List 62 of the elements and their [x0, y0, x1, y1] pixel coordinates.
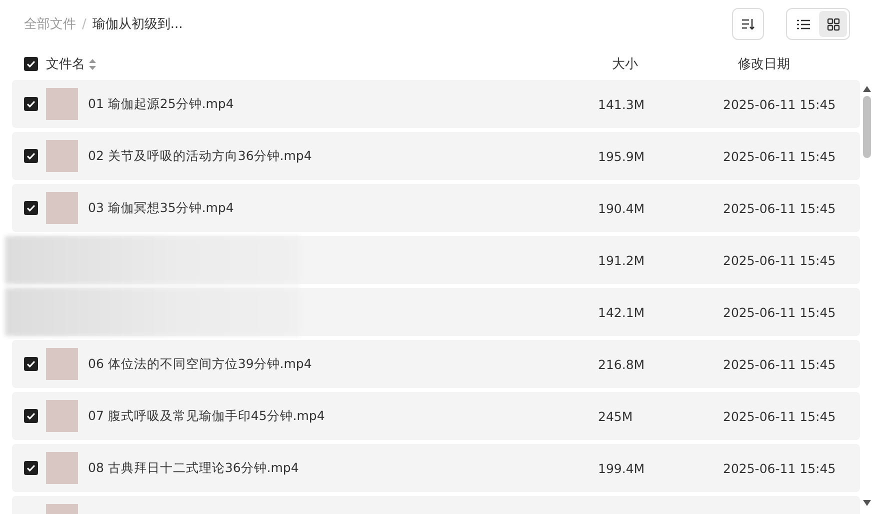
file-name[interactable]: 07 腹式呼吸及常见瑜伽手印45分钟.mp4	[88, 408, 598, 424]
file-row[interactable]: 06 体位法的不同空间方位39分钟.mp4 216.8M 2025-06-11 15:45	[12, 340, 860, 388]
sort-arrows-icon[interactable]	[89, 58, 96, 70]
modified-date: 2025-06-11 15:45	[723, 304, 836, 320]
list-icon	[796, 18, 810, 30]
file-size: 195.9M	[598, 148, 646, 164]
file-name[interactable]: 08 古典拜日十二式理论36分钟.mp4	[88, 460, 598, 476]
checkbox[interactable]	[24, 357, 38, 371]
modified-date: 2025-06-11 15:45	[723, 200, 836, 216]
file-name[interactable]: 02 关节及呼吸的活动方向36分钟.mp4	[88, 148, 598, 164]
breadcrumb-separator: /	[82, 16, 86, 32]
check-icon	[26, 151, 36, 161]
check-icon	[26, 99, 36, 109]
file-row[interactable]: 03 瑜伽冥想35分钟.mp4 190.4M 2025-06-11 15:45	[12, 184, 860, 232]
modified-date: 2025-06-11 15:45	[723, 96, 836, 112]
sort-icon	[741, 17, 755, 31]
file-row[interactable]: 01 瑜伽起源25分钟.mp4 141.3M 2025-06-11 15:45	[12, 80, 860, 128]
file-size: 141.3M	[598, 96, 646, 112]
file-size: 199.4M	[598, 460, 646, 476]
modified-date: 2025-06-11 15:45	[723, 408, 836, 424]
sort-button[interactable]	[732, 8, 764, 40]
check-icon	[26, 203, 36, 213]
file-size: 190.4M	[598, 200, 646, 216]
photo-placeholder	[46, 452, 78, 484]
file-size: 191.2M	[598, 252, 646, 268]
checkbox[interactable]	[24, 201, 38, 215]
photo-placeholder	[46, 88, 78, 120]
file-name[interactable]: 06 体位法的不同空间方位39分钟.mp4	[88, 356, 598, 372]
scroll-down-icon[interactable]	[863, 500, 871, 506]
grid-view-button[interactable]	[819, 11, 847, 37]
file-size: 142.1M	[598, 304, 646, 320]
checkbox[interactable]	[24, 149, 38, 163]
file-row[interactable]: 02 关节及呼吸的活动方向36分钟.mp4 195.9M 2025-06-11 15:45	[12, 132, 860, 180]
breadcrumb-item[interactable]: 瑜伽从初级到...	[92, 15, 183, 33]
grid-icon	[826, 18, 840, 30]
scrollbar-thumb[interactable]	[863, 96, 871, 158]
photo-placeholder	[46, 140, 78, 172]
column-header[interactable]: 文件名	[46, 55, 85, 73]
check-icon	[26, 59, 36, 69]
checkbox[interactable]	[24, 57, 38, 71]
file-row[interactable]: 08 古典拜日十二式理论36分钟.mp4 199.4M 2025-06-11 15:45	[12, 444, 860, 492]
file-size: 245M	[598, 408, 634, 424]
checkbox[interactable]	[24, 409, 38, 423]
modified-date: 2025-06-11 15:45	[723, 148, 836, 164]
check-icon	[26, 411, 36, 421]
modified-date: 2025-06-11 15:45	[723, 252, 836, 268]
file-name[interactable]: 03 瑜伽冥想35分钟.mp4	[88, 200, 598, 216]
check-icon	[26, 463, 36, 473]
file-name[interactable]: 01 瑜伽起源25分钟.mp4	[88, 96, 598, 112]
checkbox[interactable]	[24, 461, 38, 475]
photo-placeholder	[46, 192, 78, 224]
scroll-up-icon[interactable]	[863, 86, 871, 92]
photo-placeholder	[46, 348, 78, 380]
file-size: 216.8M	[598, 356, 646, 372]
column-header: 大小	[612, 56, 639, 73]
file-row[interactable]: 07 腹式呼吸及常见瑜伽手印45分钟.mp4 245M 2025-06-11 15:45	[12, 392, 860, 440]
checkbox[interactable]	[24, 97, 38, 111]
photo-placeholder	[46, 400, 78, 432]
modified-date: 2025-06-11 15:45	[723, 460, 836, 476]
check-icon	[26, 359, 36, 369]
column-header[interactable]: 修改日期	[738, 55, 790, 73]
modified-date: 2025-06-11 15:45	[723, 356, 836, 372]
